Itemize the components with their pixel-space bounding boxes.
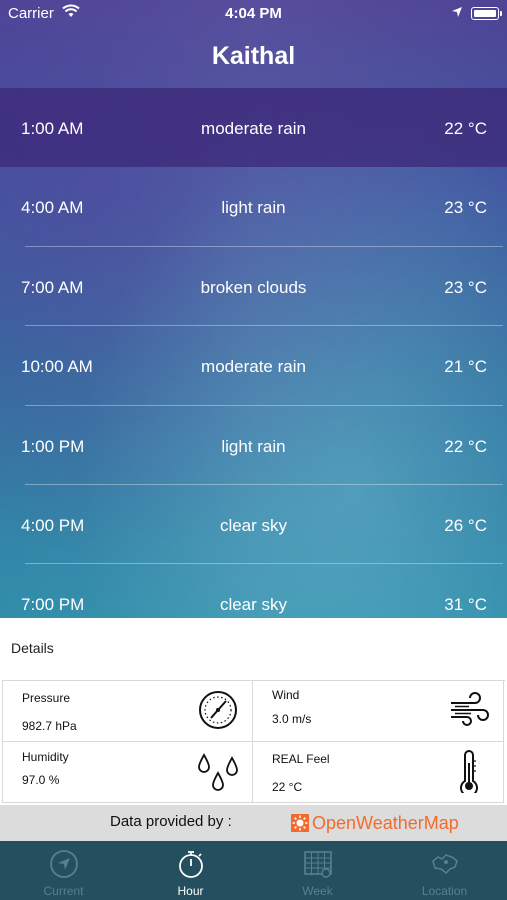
droplets-icon (196, 749, 240, 793)
hour-row[interactable]: 4:00 PM clear sky 26 °C (0, 485, 507, 565)
pressure-cell: Pressure 982.7 hPa (2, 681, 253, 742)
hour-temperature: 21 °C (444, 357, 487, 377)
status-time: 4:04 PM (225, 5, 282, 22)
hour-temperature: 23 °C (444, 277, 487, 297)
hour-temperature: 26 °C (444, 515, 487, 535)
hour-description: light rain (221, 436, 286, 456)
hour-row[interactable]: 7:00 AM broken clouds 23 °C (0, 247, 507, 327)
real-feel-label: REAL Feel (272, 752, 330, 766)
city-title: Kaithal (211, 42, 296, 70)
stopwatch-icon (176, 849, 206, 879)
tab-bar: Current Hour Week Location (0, 841, 507, 900)
tab-week[interactable]: Week (254, 841, 381, 900)
hour-temperature: 22 °C (444, 119, 487, 138)
battery-icon (471, 7, 502, 20)
hour-description: broken clouds (200, 277, 307, 297)
attribution-bar: Data provided by : OpenWeatherMap (0, 805, 507, 841)
tab-label: Current (43, 884, 84, 898)
humidity-value: 97.0 % (22, 773, 60, 787)
sun-icon (291, 814, 309, 832)
wind-icon (447, 688, 491, 732)
hour-row[interactable]: 10:00 AM moderate rain 21 °C (0, 326, 507, 406)
hourly-forecast-list[interactable]: 1:00 AM moderate rain 22 °C 4:00 AM ligh… (0, 88, 507, 644)
hour-row[interactable]: 1:00 PM light rain 22 °C (0, 406, 507, 485)
tab-label: Hour (177, 884, 204, 898)
details-grid: Pressure 982.7 hPa Wind 3.0 m/s Humidity… (2, 680, 505, 804)
hour-description: moderate rain (201, 357, 306, 377)
pressure-label: Pressure (22, 691, 71, 705)
tab-label: Week (302, 884, 333, 898)
attribution-text: Data provided by : (110, 813, 232, 830)
hour-temperature: 23 °C (444, 198, 487, 218)
thermometer-icon (447, 749, 491, 797)
hour-description: light rain (221, 198, 286, 218)
location-arrow-icon (451, 5, 463, 22)
real-feel-value: 22 °C (272, 780, 303, 794)
hour-row[interactable]: 1:00 AM moderate rain 22 °C (0, 88, 507, 168)
humidity-label: Humidity (22, 750, 69, 764)
real-feel-cell: REAL Feel 22 °C (253, 742, 504, 803)
tab-location[interactable]: Location (381, 841, 507, 900)
hour-description: clear sky (219, 515, 288, 535)
pressure-value: 982.7 hPa (22, 719, 77, 733)
hour-temperature: 31 °C (444, 595, 487, 615)
barometer-icon (196, 688, 240, 732)
wind-label: Wind (272, 688, 300, 702)
hour-row[interactable]: 4:00 AM light rain 23 °C (0, 167, 507, 247)
status-bar: Carrier 4:04 PM (0, 0, 507, 28)
tab-hour[interactable]: Hour (127, 841, 254, 900)
hour-row[interactable]: 7:00 PM clear sky 31 °C (0, 564, 507, 643)
tab-current[interactable]: Current (0, 841, 127, 900)
map-icon (430, 849, 460, 879)
provider-name: OpenWeatherMap (312, 813, 459, 833)
wind-value: 3.0 m/s (272, 712, 312, 726)
tab-label: Location (421, 884, 468, 898)
hour-temperature: 22 °C (444, 436, 487, 456)
humidity-cell: Humidity 97.0 % (2, 742, 253, 803)
compass-icon (49, 849, 79, 879)
wind-cell: Wind 3.0 m/s (253, 681, 504, 742)
openweathermap-logo[interactable]: OpenWeatherMap (291, 813, 459, 834)
hour-description: clear sky (219, 595, 288, 615)
hour-description: moderate rain (201, 119, 306, 138)
calendar-icon (303, 849, 333, 879)
